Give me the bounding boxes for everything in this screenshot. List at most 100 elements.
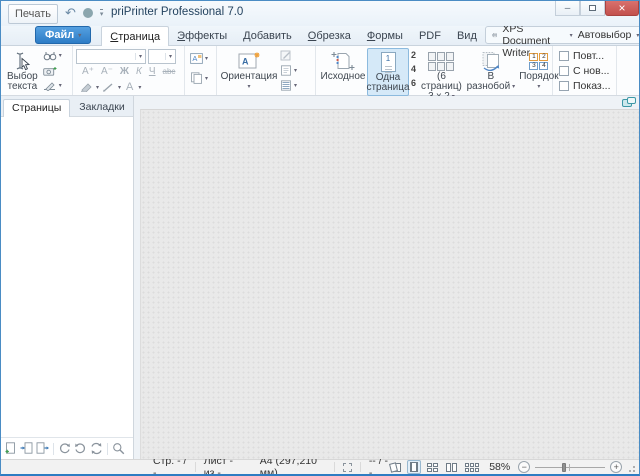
maximize-button[interactable]: [580, 1, 605, 16]
shuffle-button[interactable]: В разнобой ▾: [465, 48, 517, 94]
chevron-down-icon: ▾: [205, 56, 209, 63]
undo-icon[interactable]: ↶: [65, 6, 76, 20]
orientation-button[interactable]: А Ориентация ▾: [220, 48, 278, 94]
tab-label: Обрезка: [307, 29, 351, 42]
rotate-180-icon[interactable]: [90, 442, 103, 455]
sidebar-tab-bookmarks[interactable]: Закладки: [71, 99, 132, 116]
tab-stranica[interactable]: Страница: [101, 26, 170, 46]
chevron-down-icon: ▾: [164, 53, 175, 60]
tab-formy[interactable]: Формы: [359, 26, 411, 45]
pen-icon[interactable]: [102, 82, 115, 92]
count-6[interactable]: 6: [411, 78, 416, 88]
zoom-in-button[interactable]: +: [610, 461, 623, 473]
checkbox-icon: [559, 50, 569, 61]
checkbox-icon: [559, 65, 569, 76]
pages-icon: [191, 72, 202, 85]
print-button[interactable]: Печать: [8, 4, 58, 24]
checkbox-repeat[interactable]: Повт...: [559, 50, 611, 62]
underline-button[interactable]: Ч: [147, 65, 158, 79]
close-button[interactable]: ×: [605, 1, 639, 16]
six-pages-grid-icon: [428, 51, 455, 71]
font-increase-button[interactable]: А⁺: [80, 65, 96, 79]
two-pages-view-icon: [446, 462, 452, 472]
font-size-select[interactable]: ▾: [148, 49, 176, 64]
ribbon-group-watermark: А ▾ ▾: [185, 46, 217, 95]
chevron-down-icon[interactable]: ▾: [636, 32, 639, 39]
view-two-pages-button[interactable]: [444, 462, 459, 473]
printer-selector[interactable]: Microsoft XPS Document Writer ▾ Автовыбо…: [484, 11, 639, 59]
main-content: Страницы Закладки: [1, 96, 639, 459]
chevron-down-icon[interactable]: ▾: [118, 84, 121, 91]
font-color-button[interactable]: А: [124, 80, 135, 94]
checkbox-new-page[interactable]: С нов...: [559, 65, 611, 77]
rotate-cw-icon[interactable]: [58, 442, 71, 455]
original-layout-button[interactable]: Исходное: [319, 48, 367, 84]
bold-button[interactable]: Ж: [118, 65, 131, 79]
ribbon-group-layout: Исходное 1 Одна страница 2 4 6 (6 страни…: [316, 46, 559, 102]
insert-page-after-icon[interactable]: [36, 442, 49, 455]
rotate-ccw-icon[interactable]: [74, 442, 87, 455]
measure-button[interactable]: ▾: [43, 79, 62, 92]
tab-label: PDF: [418, 29, 441, 42]
view-multi-pages-button[interactable]: [463, 462, 481, 473]
chevron-down-icon[interactable]: ▾: [96, 84, 99, 91]
resize-grip[interactable]: [628, 462, 636, 472]
customize-quick-access-icon[interactable]: ▾: [99, 8, 104, 18]
view-single-page-button[interactable]: [407, 460, 422, 474]
italic-button[interactable]: К: [134, 65, 144, 79]
zoom-percent[interactable]: 58%: [489, 461, 510, 473]
zoom-slider[interactable]: [535, 462, 606, 473]
tab-obrezka[interactable]: Обрезка: [300, 26, 359, 45]
orientation-icon: А: [238, 52, 260, 69]
checkbox-show-label: Показ...: [573, 80, 611, 93]
strikethrough-button[interactable]: abc: [161, 65, 178, 79]
pages-count-column: 2 4 6: [409, 48, 418, 90]
add-page-icon[interactable]: [4, 442, 17, 455]
page-lines-button[interactable]: ▾: [280, 79, 297, 92]
preview-area[interactable]: [134, 96, 639, 459]
tab-dobavit[interactable]: Добавить: [235, 26, 300, 45]
pages-thumbnail-list[interactable]: [1, 117, 133, 437]
preview-canvas[interactable]: [140, 109, 639, 459]
count-4[interactable]: 4: [411, 64, 416, 74]
tab-effekty[interactable]: Эффекты: [169, 26, 235, 45]
divider: [194, 462, 196, 472]
tab-vid[interactable]: Вид: [449, 26, 485, 45]
tab-label: Страница: [110, 30, 161, 43]
six-pages-label-1: (6 страниц): [421, 71, 462, 92]
page-edit-button[interactable]: [280, 49, 297, 62]
highlighter-icon[interactable]: [80, 82, 93, 92]
one-page-icon: 1: [380, 52, 396, 73]
camera-plus-icon: [42, 66, 57, 76]
view-flip-button[interactable]: [388, 461, 403, 473]
select-text-button[interactable]: Выбор текста: [4, 48, 41, 94]
chevron-down-icon[interactable]: ▾: [138, 84, 141, 91]
snapshot-button[interactable]: [42, 64, 62, 77]
chevron-down-icon[interactable]: ▾: [570, 32, 573, 39]
page-setup-button[interactable]: ▾: [280, 64, 297, 77]
insert-page-before-icon[interactable]: [20, 442, 33, 455]
copy-pages-button[interactable]: ▾: [190, 72, 208, 85]
watermark-button[interactable]: А ▾: [190, 52, 208, 65]
zoom-slider-handle[interactable]: [562, 462, 567, 472]
preview-panel-toggle-icon[interactable]: [622, 97, 636, 108]
font-family-select[interactable]: ▾: [76, 49, 146, 64]
tab-pdf[interactable]: PDF: [411, 26, 449, 45]
view-thumbnails-button[interactable]: [425, 462, 440, 473]
chevron-down-icon: ▾: [537, 84, 541, 90]
multi-pages-view-icon: [465, 462, 480, 472]
zoom-icon[interactable]: [112, 442, 125, 455]
sidebar-tab-pages[interactable]: Страницы: [3, 99, 71, 117]
zoom-out-button[interactable]: −: [518, 461, 531, 473]
divider: [334, 462, 336, 472]
file-menu-button[interactable]: Файл ▾: [35, 26, 92, 44]
one-page-button[interactable]: 1 Одна страница: [366, 48, 410, 96]
chevron-down-icon: ▾: [78, 32, 82, 39]
checkbox-show[interactable]: Показ...: [559, 80, 611, 92]
redo-icon[interactable]: [82, 8, 93, 18]
selection-bounds-icon[interactable]: [343, 462, 352, 472]
count-2[interactable]: 2: [411, 50, 416, 60]
search-button[interactable]: ▾: [43, 49, 62, 62]
font-decrease-button[interactable]: А⁻: [99, 65, 115, 79]
minimize-button[interactable]: –: [555, 1, 580, 16]
